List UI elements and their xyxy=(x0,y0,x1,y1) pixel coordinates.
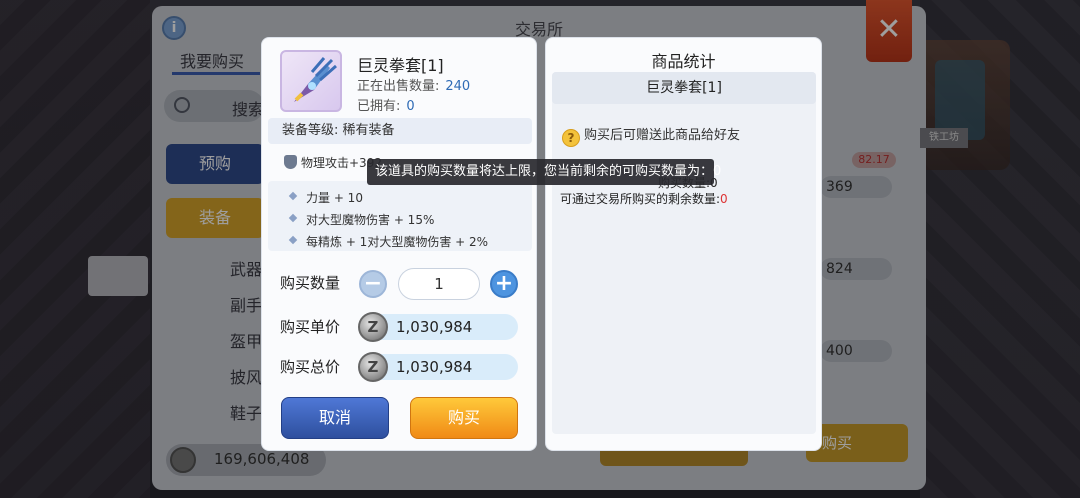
cancel-button[interactable]: 取消 xyxy=(281,397,389,439)
sale-count-value: 240 xyxy=(445,79,471,94)
item-stats: 力量 + 10 对大型魔物伤害 + 15% 每精炼 + 1对大型魔物伤害 + 2… xyxy=(268,181,532,251)
sale-count-label: 正在出售数量: xyxy=(357,79,440,94)
owned-count-label: 已拥有: xyxy=(357,99,401,114)
limit-tooltip: 该道具的购买数量将达上限，您当前剩余的可购买数量为：0 xyxy=(367,159,721,185)
sale-count-row: 正在出售数量: 240 xyxy=(357,75,470,94)
zeny-coin-icon: Z xyxy=(358,352,388,382)
zeny-coin-icon: Z xyxy=(358,312,388,342)
modal-overlay xyxy=(0,0,1080,498)
stat-line: 每精炼 + 1对大型魔物伤害 + 2% xyxy=(288,233,489,250)
stat-line: 对大型魔物伤害 + 15% xyxy=(288,211,435,228)
unit-price-label: 购买单价 xyxy=(280,318,341,336)
remaining-count-value: 0 xyxy=(720,192,728,206)
item-name: 巨灵拳套[1] xyxy=(357,56,444,75)
increase-quantity-button[interactable]: + xyxy=(490,270,518,298)
buy-button[interactable]: 购买 xyxy=(410,397,518,439)
stats-panel-title: 商品统计 xyxy=(651,52,716,71)
decrease-quantity-button[interactable]: − xyxy=(359,270,387,298)
stat-line: 力量 + 10 xyxy=(288,189,363,206)
stat-text: 对大型魔物伤害 + 15% xyxy=(306,213,435,227)
owned-count-value: 0 xyxy=(406,99,415,114)
stat-text: 每精炼 + 1对大型魔物伤害 + 2% xyxy=(306,235,489,249)
owned-count-row: 已拥有: 0 xyxy=(357,95,415,114)
item-icon xyxy=(280,50,342,112)
gauntlet-icon xyxy=(294,57,337,102)
total-price-label: 购买总价 xyxy=(280,358,341,376)
quantity-label: 购买数量 xyxy=(280,274,341,292)
remaining-count-label: 可通过交易所购买的剩余数量: xyxy=(560,192,721,206)
equipment-grade: 装备等级: 稀有装备 xyxy=(268,118,532,144)
shield-icon xyxy=(284,155,297,169)
quantity-input[interactable]: 1 xyxy=(398,268,480,300)
gift-info: ? 购买后可赠送此商品给好友 xyxy=(562,124,740,147)
product-stats-panel: 商品统计 巨灵拳套[1] ?购买后可赠送此商品给好友 购买数量:0 可通过交易所… xyxy=(545,37,822,451)
stat-text: 力量 + 10 xyxy=(306,191,363,205)
purchase-panel: 巨灵拳套[1] 正在出售数量: 240 已拥有: 0 装备等级: 稀有装备 物理攻击… xyxy=(261,37,537,451)
stats-item-name: 巨灵拳套[1] xyxy=(552,72,816,104)
gift-info-text: 购买后可赠送此商品给好友 xyxy=(584,128,741,143)
remaining-count-row: 可通过交易所购买的剩余数量:0 xyxy=(560,190,728,207)
question-icon[interactable]: ? xyxy=(562,129,580,147)
